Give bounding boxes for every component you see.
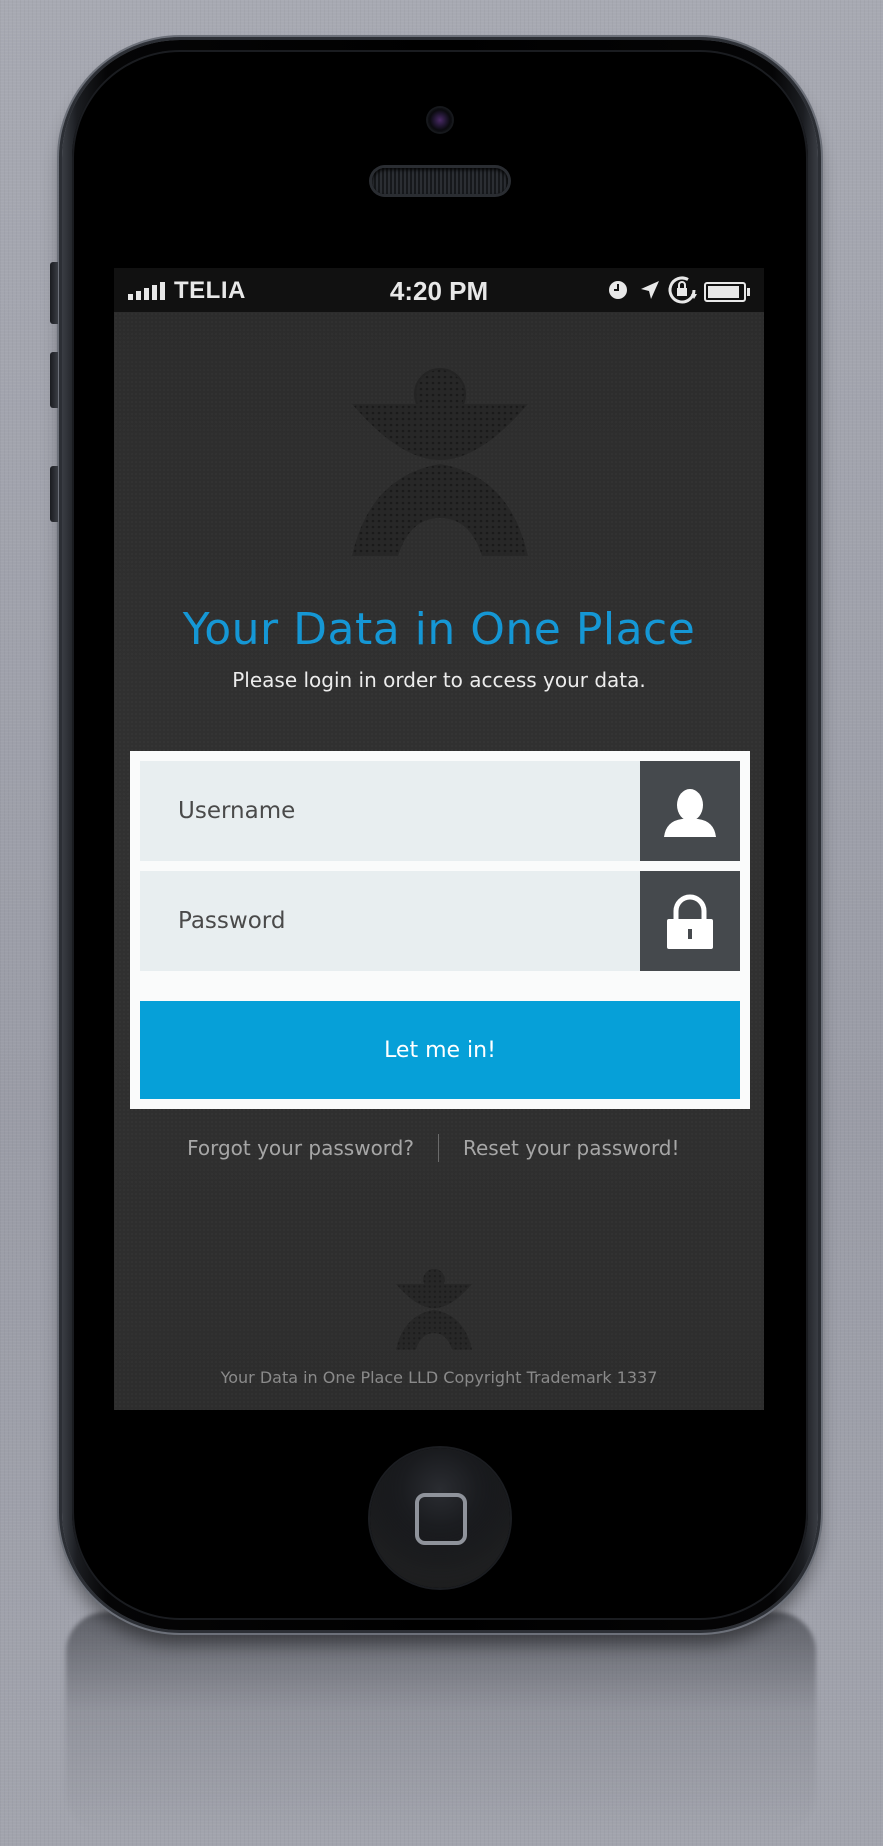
page-title: Your Data in One Place xyxy=(182,604,696,655)
password-icon-box xyxy=(640,871,740,971)
rotation-lock-icon xyxy=(668,276,697,304)
username-icon-box xyxy=(640,761,740,861)
phone-screen: TELIA 4:20 PM Your Data in One Place Ple… xyxy=(114,268,764,1410)
location-arrow-icon xyxy=(641,281,659,299)
username-input[interactable] xyxy=(140,761,640,861)
home-button[interactable] xyxy=(370,1448,510,1588)
volume-down-button xyxy=(50,466,58,522)
page-subtitle: Please login in order to access your dat… xyxy=(232,668,646,692)
app-logo xyxy=(352,368,528,556)
password-field xyxy=(140,871,740,971)
battery-level xyxy=(708,286,739,298)
reset-password-link[interactable]: Reset your password! xyxy=(463,1136,680,1160)
login-form: Let me in! xyxy=(130,751,750,1109)
forgot-password-link[interactable]: Forgot your password? xyxy=(187,1136,414,1160)
mute-switch xyxy=(50,262,58,324)
password-input[interactable] xyxy=(140,871,640,971)
volume-up-button xyxy=(50,352,58,408)
links-divider xyxy=(438,1134,439,1162)
home-square-icon xyxy=(415,1493,467,1545)
device-reflection xyxy=(66,1612,816,1832)
battery-icon xyxy=(704,282,750,302)
user-icon xyxy=(664,789,716,837)
earpiece-speaker xyxy=(372,168,508,194)
login-button[interactable]: Let me in! xyxy=(140,1001,740,1099)
front-camera xyxy=(428,108,452,132)
lock-icon xyxy=(667,894,713,949)
password-links: Forgot your password? Reset your passwor… xyxy=(114,1134,764,1166)
username-field xyxy=(140,761,740,861)
footer-copyright: Your Data in One Place LLD Copyright Tra… xyxy=(220,1368,658,1387)
status-bar: TELIA 4:20 PM xyxy=(114,268,764,312)
alarm-icon xyxy=(609,281,627,299)
footer-logo xyxy=(396,1268,472,1350)
